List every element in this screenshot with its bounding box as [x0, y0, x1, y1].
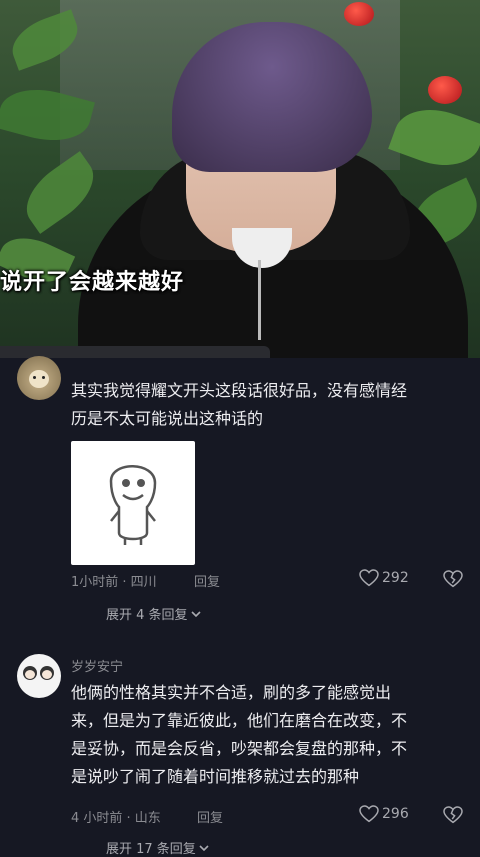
expand-replies-button[interactable]: 展开 17 条回复 [106, 838, 210, 857]
heart-icon [359, 569, 379, 587]
comment-time-location: 1小时前 · 四川 [71, 575, 157, 590]
chevron-down-icon [190, 610, 201, 617]
avatar-face [42, 670, 52, 679]
comment-time-location: 4 小时前 · 山东 [71, 811, 161, 826]
avatar[interactable] [17, 654, 61, 698]
smiling-doodle-icon [109, 465, 157, 545]
dislike-button[interactable] [443, 806, 463, 828]
video-player[interactable]: 说开了会越来越好 [0, 0, 480, 358]
red-lantern [428, 76, 462, 104]
hoodie-zipper [258, 260, 261, 340]
like-button[interactable]: 296 [359, 805, 409, 823]
comment-text-line: 来，但是为了靠近彼此，他们在磨合在改变，不 [71, 711, 408, 730]
comment-text-line: 其实我觉得耀文开头这段话很好品，没有感情经 [71, 381, 408, 400]
like-count: 296 [382, 806, 409, 822]
expand-replies-label: 展开 4 条回复 [106, 608, 188, 623]
avatar[interactable] [17, 356, 61, 400]
like-count: 292 [382, 570, 409, 586]
comment-username[interactable]: 岁岁安宁 [71, 656, 123, 675]
broken-heart-icon [443, 806, 463, 824]
expand-replies-button[interactable]: 展开 4 条回复 [106, 604, 202, 623]
broken-heart-icon [443, 570, 463, 588]
foliage [388, 97, 480, 178]
like-button[interactable]: 292 [359, 569, 409, 587]
heart-icon [359, 805, 379, 823]
reply-button[interactable]: 回复 [197, 807, 223, 826]
dislike-button[interactable] [443, 570, 463, 592]
comment-text-line: 历是不太可能说出这种话的 [71, 409, 264, 428]
red-lantern [344, 2, 374, 26]
chevron-down-icon [199, 844, 209, 851]
comment-text: 其实我觉得耀文开头这段话很好品，没有感情经 历是不太可能说出这种话的 [71, 377, 463, 433]
avatar-face [25, 670, 35, 679]
smiling-doodle-sticker[interactable] [71, 441, 195, 565]
comment-text: 他俩的性格其实并不合适，刷的多了能感觉出 来，但是为了靠近彼此，他们在磨合在改变… [71, 679, 463, 791]
reply-button[interactable]: 回复 [194, 571, 220, 590]
comment-text-line: 他俩的性格其实并不合适，刷的多了能感觉出 [71, 683, 392, 702]
avatar-eye [33, 376, 36, 379]
expand-replies-label: 展开 17 条回复 [106, 842, 196, 857]
avatar-eye [42, 376, 45, 379]
video-caption: 说开了会越来越好 [0, 270, 185, 295]
comment-text-line: 是说吵了闹了随着时间推移就过去的那种 [71, 767, 360, 786]
avatar-face [29, 370, 49, 388]
comment-text-line: 是妥协，而是会反省，吵架都会复盘的那种，不 [71, 739, 408, 758]
